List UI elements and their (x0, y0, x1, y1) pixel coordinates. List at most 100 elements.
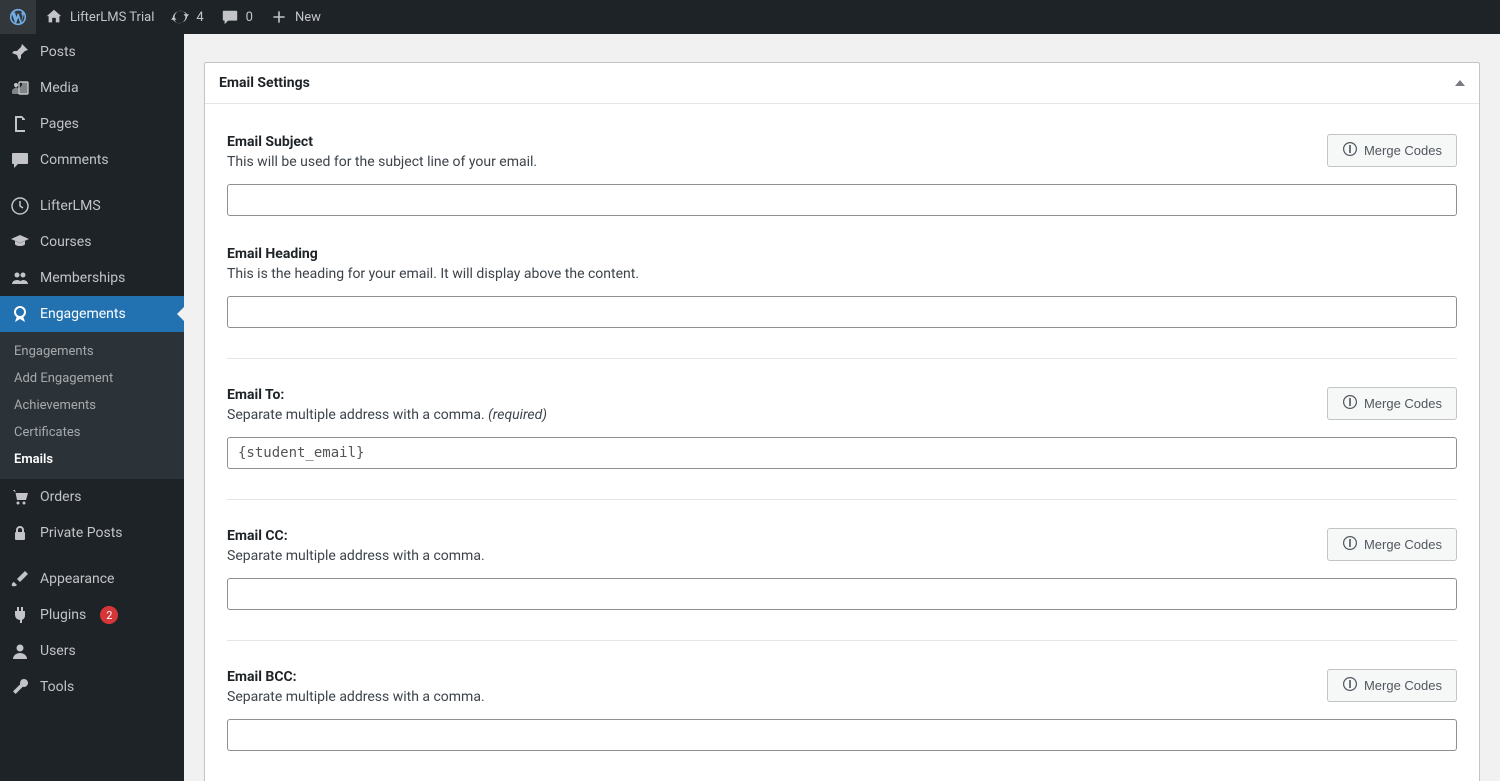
plug-icon (10, 605, 30, 625)
field-description: Separate multiple address with a comma. … (227, 407, 1307, 423)
field-label: Email Heading (227, 246, 1457, 262)
email-to-input[interactable] (227, 437, 1457, 469)
merge-codes-label: Merge Codes (1364, 678, 1442, 693)
field-description: This is the heading for your email. It w… (227, 266, 1457, 282)
wp-logo-menu[interactable] (0, 0, 36, 34)
brush-icon (10, 569, 30, 589)
sidebar-item-media[interactable]: Media (0, 70, 184, 106)
award-icon (10, 304, 30, 324)
merge-codes-button[interactable]: Merge Codes (1327, 387, 1457, 420)
merge-codes-button[interactable]: Merge Codes (1327, 134, 1457, 167)
site-name-label: LifterLMS Trial (70, 10, 154, 25)
sub-item-certificates[interactable]: Certificates (0, 419, 184, 446)
sidebar-item-label: Appearance (40, 571, 114, 587)
sidebar-item-orders[interactable]: Orders (0, 479, 184, 515)
field-email-bcc: Email BCC: Separate multiple address wit… (227, 669, 1457, 751)
user-icon (10, 641, 30, 661)
wrench-icon (10, 677, 30, 697)
comment-bubble-icon (220, 7, 240, 27)
sidebar-item-comments[interactable]: Comments (0, 142, 184, 178)
field-description: Separate multiple address with a comma. (227, 548, 1307, 564)
sidebar-item-label: Tools (40, 679, 74, 695)
pages-icon (10, 114, 30, 134)
sidebar-item-private-posts[interactable]: Private Posts (0, 515, 184, 551)
sidebar-item-label: Private Posts (40, 525, 123, 541)
merge-codes-label: Merge Codes (1364, 537, 1442, 552)
sidebar-item-memberships[interactable]: Memberships (0, 260, 184, 296)
panel-body: Email Subject This will be used for the … (205, 104, 1479, 781)
sidebar-item-tools[interactable]: Tools (0, 669, 184, 705)
menu-separator (0, 551, 184, 561)
lock-icon (10, 523, 30, 543)
field-label: Email To: (227, 387, 1307, 403)
sidebar-item-label: Engagements (40, 306, 126, 322)
field-divider (227, 499, 1457, 500)
admin-bar: LifterLMS Trial 4 0 New (0, 0, 1500, 34)
sidebar-item-posts[interactable]: Posts (0, 34, 184, 70)
sidebar-item-appearance[interactable]: Appearance (0, 561, 184, 597)
sidebar-item-plugins[interactable]: Plugins 2 (0, 597, 184, 633)
email-subject-input[interactable] (227, 184, 1457, 216)
merge-code-icon (1342, 535, 1358, 554)
main-content: Email Settings Email Subject This will b… (184, 34, 1500, 781)
sidebar-item-label: Media (40, 80, 79, 96)
merge-codes-button[interactable]: Merge Codes (1327, 669, 1457, 702)
panel-title: Email Settings (219, 75, 310, 91)
media-icon (10, 78, 30, 98)
merge-code-icon (1342, 676, 1358, 695)
merge-codes-label: Merge Codes (1364, 143, 1442, 158)
merge-codes-label: Merge Codes (1364, 396, 1442, 411)
sidebar-item-label: Comments (40, 152, 109, 168)
sidebar-item-label: Memberships (40, 270, 125, 286)
sidebar-item-label: Courses (40, 234, 91, 250)
plus-icon (269, 7, 289, 27)
sub-item-emails[interactable]: Emails (0, 446, 184, 473)
refresh-icon (170, 7, 190, 27)
field-divider (227, 640, 1457, 641)
cart-icon (10, 487, 30, 507)
collapse-icon[interactable] (1455, 80, 1465, 86)
merge-code-icon (1342, 141, 1358, 160)
home-icon (44, 7, 64, 27)
email-settings-panel: Email Settings Email Subject This will b… (204, 62, 1480, 781)
comment-icon (10, 150, 30, 170)
admin-sidebar: Posts Media Pages Comments LifterLMS Cou… (0, 34, 184, 781)
comments-menu[interactable]: 0 (212, 0, 261, 34)
field-label: Email CC: (227, 528, 1307, 544)
field-email-to: Email To: Separate multiple address with… (227, 387, 1457, 469)
email-heading-input[interactable] (227, 296, 1457, 328)
plugins-update-badge: 2 (100, 606, 118, 624)
sub-item-achievements[interactable]: Achievements (0, 392, 184, 419)
comments-count: 0 (246, 10, 253, 25)
email-bcc-input[interactable] (227, 719, 1457, 751)
sub-item-add-engagement[interactable]: Add Engagement (0, 365, 184, 392)
engagements-submenu: Engagements Add Engagement Achievements … (0, 332, 184, 479)
sidebar-item-label: Orders (40, 489, 82, 505)
panel-header: Email Settings (205, 63, 1479, 104)
site-name-menu[interactable]: LifterLMS Trial (36, 0, 162, 34)
sidebar-item-courses[interactable]: Courses (0, 224, 184, 260)
merge-codes-button[interactable]: Merge Codes (1327, 528, 1457, 561)
graduation-cap-icon (10, 232, 30, 252)
sidebar-item-pages[interactable]: Pages (0, 106, 184, 142)
new-content-menu[interactable]: New (261, 0, 329, 34)
wordpress-icon (8, 7, 28, 27)
email-cc-input[interactable] (227, 578, 1457, 610)
sidebar-item-label: Plugins (40, 607, 86, 623)
field-label: Email BCC: (227, 669, 1307, 685)
field-email-heading: Email Heading This is the heading for yo… (227, 246, 1457, 328)
field-description: Separate multiple address with a comma. (227, 689, 1307, 705)
sidebar-item-label: Posts (40, 44, 76, 60)
new-content-label: New (295, 10, 321, 25)
sidebar-item-engagements[interactable]: Engagements (0, 296, 184, 332)
sidebar-item-label: Pages (40, 116, 79, 132)
updates-menu[interactable]: 4 (162, 0, 211, 34)
pin-icon (10, 42, 30, 62)
sub-item-engagements[interactable]: Engagements (0, 338, 184, 365)
sidebar-item-lifterlms[interactable]: LifterLMS (0, 188, 184, 224)
sidebar-item-label: Users (40, 643, 76, 659)
sidebar-item-users[interactable]: Users (0, 633, 184, 669)
sidebar-item-label: LifterLMS (40, 198, 101, 214)
field-description: This will be used for the subject line o… (227, 154, 1307, 170)
lifterlms-icon (10, 196, 30, 216)
